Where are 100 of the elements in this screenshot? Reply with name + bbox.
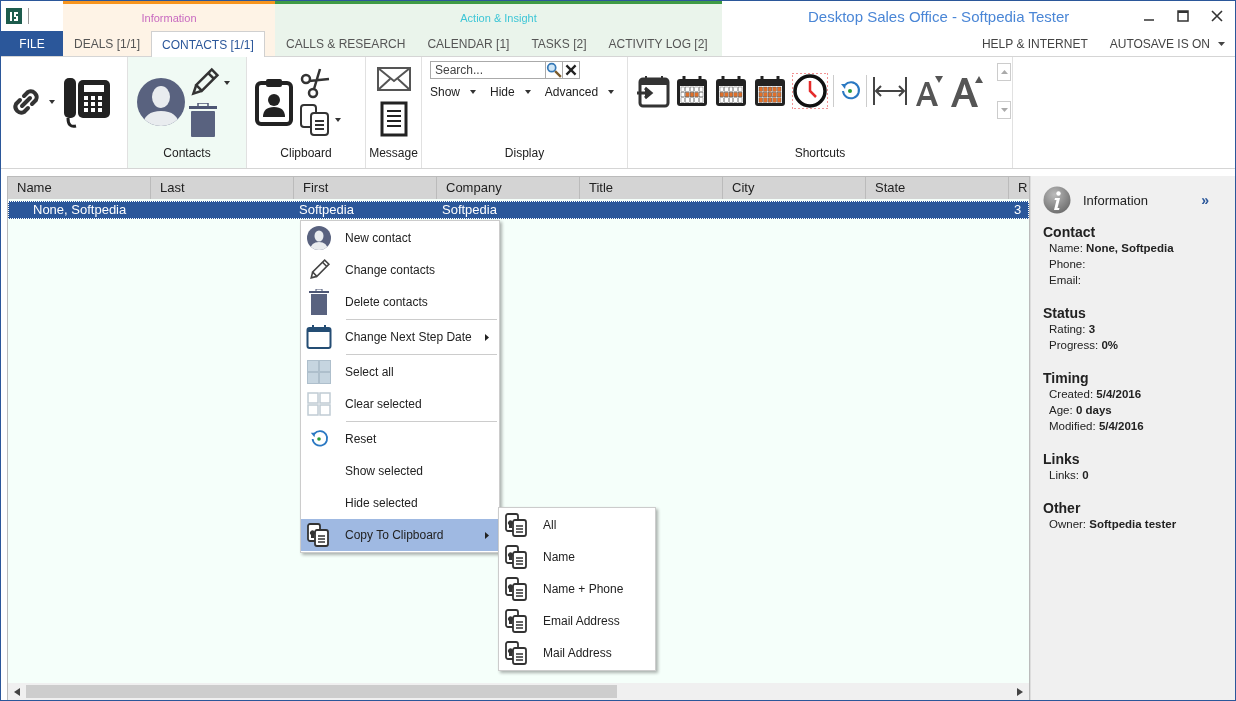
table-cell: 3 xyxy=(1014,202,1022,217)
ribbon-tab[interactable]: HELP & INTERNET xyxy=(981,36,1088,51)
reset-icon[interactable] xyxy=(839,80,861,102)
calendar-icon[interactable] xyxy=(675,74,709,108)
clipboard-contact-icon[interactable] xyxy=(255,77,293,126)
info-field: Phone: xyxy=(1043,256,1223,272)
copy-icon xyxy=(306,522,332,548)
menu-item[interactable]: Name xyxy=(499,541,655,573)
copy-icon xyxy=(504,640,530,666)
ribbon-tab[interactable]: DEALS [1/1] xyxy=(63,31,152,56)
ribbon-group-label: Shortcuts xyxy=(793,146,847,162)
info-field: Name: None, Softpedia xyxy=(1043,240,1223,256)
dropdown-caret-icon xyxy=(470,90,477,94)
contextual-group-label: Information xyxy=(141,11,197,24)
menu-item[interactable]: Hide selected xyxy=(301,487,499,519)
submenu-arrow-icon xyxy=(485,333,489,341)
info-field: Created: 5/4/2016 xyxy=(1043,386,1223,402)
close-icon[interactable] xyxy=(1211,10,1223,22)
section-heading: Contact xyxy=(1043,224,1097,240)
pencil-icon xyxy=(307,258,331,282)
contact-avatar-icon[interactable] xyxy=(136,76,186,127)
menu-item[interactable]: Name + Phone xyxy=(499,573,655,605)
search-field[interactable]: Search... xyxy=(430,61,546,79)
menu-item[interactable]: New contact xyxy=(301,222,499,254)
scissors-icon[interactable] xyxy=(299,66,331,99)
ribbon-group-label: Clipboard xyxy=(279,146,333,162)
section-heading: Links xyxy=(1043,451,1081,467)
copy-icon xyxy=(504,608,530,634)
section-heading: Timing xyxy=(1043,370,1090,386)
info-field: Links: 0 xyxy=(1043,467,1223,483)
scroll-right-icon[interactable] xyxy=(1017,687,1023,696)
info-field: Owner: Softpedia tester xyxy=(1043,516,1223,532)
caret-icon xyxy=(1218,42,1225,47)
avatar-icon xyxy=(307,226,331,250)
reset-icon xyxy=(309,429,329,449)
dropdown-button[interactable]: Hide xyxy=(490,85,531,99)
copy-icon xyxy=(504,512,530,538)
menu-item[interactable]: Clear selected xyxy=(301,388,499,420)
app-logo-icon xyxy=(6,8,22,24)
ribbon-group-label: Contacts xyxy=(162,146,212,162)
dropdown-caret-icon xyxy=(608,90,615,94)
contextual-group-label: Action & Insight xyxy=(460,11,537,24)
document-icon[interactable] xyxy=(379,100,408,137)
ribbon-tab[interactable]: CALENDAR [1] xyxy=(416,31,521,56)
clear-icon[interactable] xyxy=(562,61,580,79)
submenu-arrow-icon xyxy=(485,531,489,539)
horizontal-scrollbar[interactable] xyxy=(8,683,1029,700)
collapse-button[interactable]: » xyxy=(1201,192,1209,208)
info-icon xyxy=(1043,186,1071,214)
grid-icon xyxy=(307,392,331,416)
font-increase-icon[interactable] xyxy=(950,74,984,108)
info-field: Modified: 5/4/2016 xyxy=(1043,418,1223,434)
ribbon-tab[interactable]: ACTIVITY LOG [2] xyxy=(597,31,719,56)
copy-icon xyxy=(504,576,530,602)
menu-item[interactable]: Change contacts xyxy=(301,254,499,286)
ribbon-tab[interactable]: CONTACTS [1/1] xyxy=(151,31,265,57)
menu-item[interactable]: Copy To Clipboard xyxy=(301,519,499,551)
table-row[interactable]: None, Softpedia Softpedia Softpedia 3 xyxy=(8,201,1029,219)
menu-item[interactable]: Email Address xyxy=(499,605,655,637)
calendar-icon xyxy=(306,324,332,350)
scroll-left-icon[interactable] xyxy=(14,687,20,696)
menu-item[interactable]: Select all xyxy=(301,356,499,388)
file-tab[interactable]: FILE xyxy=(1,31,63,56)
ribbon-group-label: Display xyxy=(503,146,546,162)
section-heading: Other xyxy=(1043,500,1082,516)
ribbon-tab[interactable]: AUTOSAVE IS ON xyxy=(1109,36,1225,51)
copy-icon xyxy=(504,544,530,570)
menu-item[interactable]: All xyxy=(499,509,655,541)
font-decrease-icon[interactable] xyxy=(913,74,945,108)
ribbon-tab[interactable]: CALLS & RESEARCH xyxy=(275,31,417,56)
menu-item[interactable]: Mail Address xyxy=(499,637,655,669)
info-field: Email: xyxy=(1043,272,1223,288)
dropdown-caret-icon[interactable] xyxy=(335,117,341,122)
clock-icon[interactable] xyxy=(792,73,828,109)
pencil-icon[interactable] xyxy=(188,66,220,99)
dropdown-button[interactable]: Advanced xyxy=(544,85,615,99)
menu-item[interactable]: Change Next Step Date xyxy=(301,321,499,353)
info-field: Progress: 0% xyxy=(1043,337,1223,353)
trash-icon[interactable] xyxy=(188,102,218,137)
calendar-import-icon[interactable] xyxy=(636,74,670,108)
menu-item[interactable]: Reset xyxy=(301,423,499,455)
copy-icon[interactable] xyxy=(299,102,331,137)
trash-icon xyxy=(308,289,330,315)
dropdown-caret-icon xyxy=(524,90,531,94)
maximize-icon[interactable] xyxy=(1177,10,1189,22)
dropdown-caret-icon[interactable] xyxy=(224,80,230,85)
ribbon-group-label: Message xyxy=(368,146,419,162)
calendar-icon[interactable] xyxy=(714,74,748,108)
calendar-icon[interactable] xyxy=(753,74,787,108)
table-cell: Softpedia xyxy=(299,202,354,217)
fit-width-icon[interactable] xyxy=(872,75,908,107)
envelope-icon[interactable] xyxy=(376,66,411,91)
menu-item[interactable]: Show selected xyxy=(301,455,499,487)
dropdown-button[interactable]: Show xyxy=(430,85,477,99)
dropdown-caret-icon[interactable] xyxy=(49,99,55,104)
window-title: Desktop Sales Office - Softpedia Tester xyxy=(808,7,1070,25)
ribbon-tab[interactable]: TASKS [2] xyxy=(520,31,598,56)
menu-item[interactable]: Delete contacts xyxy=(301,286,499,318)
grid-icon xyxy=(307,360,331,384)
caret-up-icon xyxy=(1000,70,1008,74)
